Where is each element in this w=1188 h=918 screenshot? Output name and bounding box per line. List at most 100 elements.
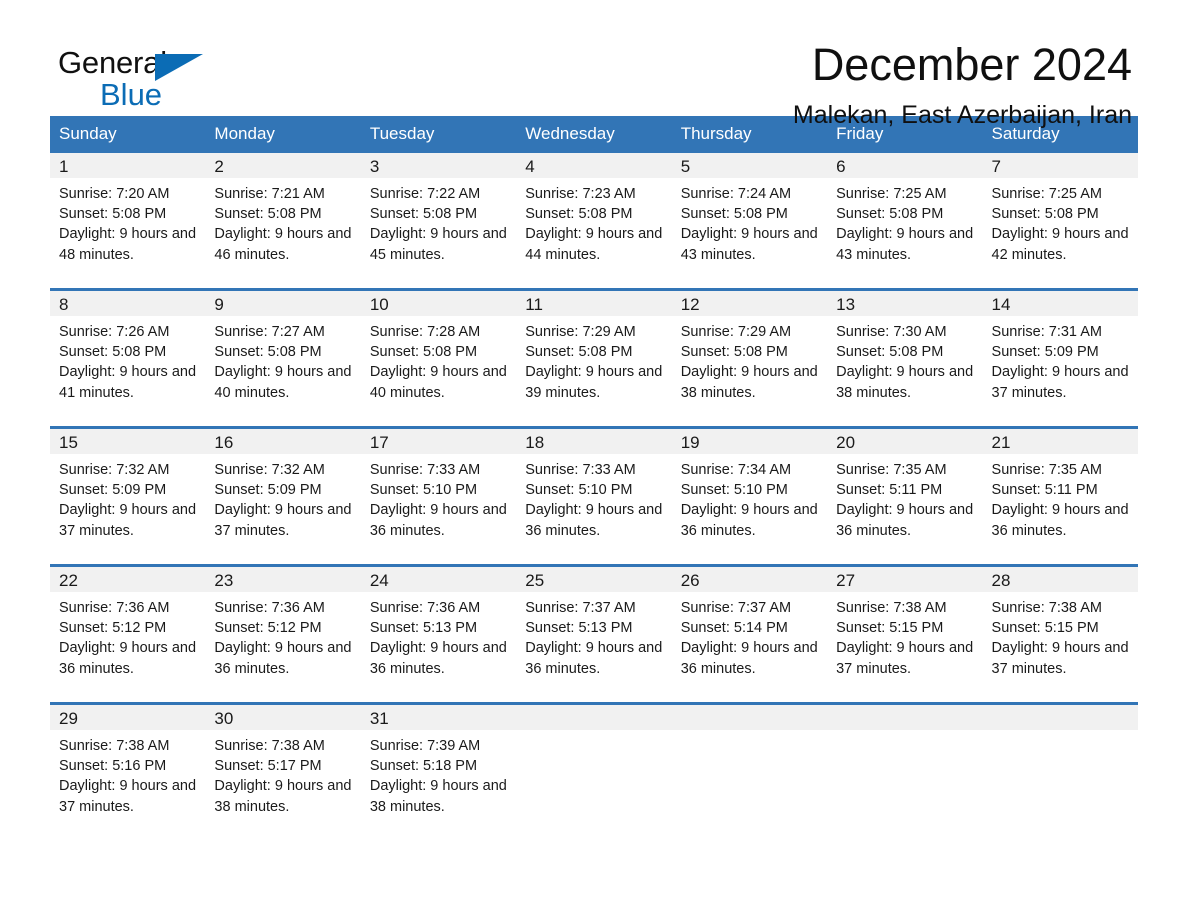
daylight-text: Daylight: 9 hours and 36 minutes. bbox=[680, 640, 818, 677]
day-details bbox=[983, 730, 1138, 736]
logo-text-blue: Blue bbox=[100, 77, 163, 112]
day-cell[interactable]: 16 Sunrise: 7:32 AM Sunset: 5:09 PM Dayl… bbox=[205, 429, 361, 564]
day-cell[interactable]: 9 Sunrise: 7:27 AM Sunset: 5:08 PM Dayli… bbox=[205, 291, 361, 426]
day-cell[interactable]: 15 Sunrise: 7:32 AM Sunset: 5:09 PM Dayl… bbox=[50, 429, 206, 564]
sunset-text: Sunset: 5:12 PM bbox=[59, 620, 167, 637]
day-number: 15 bbox=[50, 429, 206, 454]
sunrise-text: Sunrise: 7:37 AM bbox=[680, 600, 792, 616]
daylight-text: Daylight: 9 hours and 36 minutes. bbox=[991, 502, 1129, 539]
day-number: 29 bbox=[50, 705, 206, 730]
day-details: Sunrise: 7:21 AM Sunset: 5:08 PM Dayligh… bbox=[205, 178, 360, 265]
day-cell[interactable]: 3 Sunrise: 7:22 AM Sunset: 5:08 PM Dayli… bbox=[360, 153, 517, 288]
day-details bbox=[672, 730, 827, 736]
day-details: Sunrise: 7:27 AM Sunset: 5:08 PM Dayligh… bbox=[205, 316, 360, 403]
day-details: Sunrise: 7:26 AM Sunset: 5:08 PM Dayligh… bbox=[50, 316, 205, 403]
day-cell[interactable]: 24 Sunrise: 7:36 AM Sunset: 5:13 PM Dayl… bbox=[360, 567, 517, 702]
day-details: Sunrise: 7:38 AM Sunset: 5:16 PM Dayligh… bbox=[50, 730, 205, 817]
day-cell[interactable]: 26 Sunrise: 7:37 AM Sunset: 5:14 PM Dayl… bbox=[671, 567, 828, 702]
sunset-text: Sunset: 5:17 PM bbox=[214, 758, 322, 775]
week-row: 22 Sunrise: 7:36 AM Sunset: 5:12 PM Dayl… bbox=[50, 567, 1138, 702]
day-cell[interactable]: 7 Sunrise: 7:25 AM Sunset: 5:08 PM Dayli… bbox=[982, 153, 1138, 288]
sunrise-text: Sunrise: 7:29 AM bbox=[680, 324, 792, 340]
day-cell[interactable]: 28 Sunrise: 7:38 AM Sunset: 5:15 PM Dayl… bbox=[982, 567, 1138, 702]
day-number: 11 bbox=[516, 291, 672, 316]
day-number: 26 bbox=[671, 567, 828, 592]
day-cell[interactable]: 1 Sunrise: 7:20 AM Sunset: 5:08 PM Dayli… bbox=[50, 153, 206, 288]
day-cell[interactable]: 17 Sunrise: 7:33 AM Sunset: 5:10 PM Dayl… bbox=[360, 429, 517, 564]
day-number: 1 bbox=[50, 153, 206, 178]
sunrise-text: Sunrise: 7:36 AM bbox=[214, 600, 325, 616]
day-cell[interactable]: 25 Sunrise: 7:37 AM Sunset: 5:13 PM Dayl… bbox=[516, 567, 672, 702]
sunset-text: Sunset: 5:13 PM bbox=[525, 620, 633, 637]
sunrise-text: Sunrise: 7:24 AM bbox=[680, 186, 792, 202]
day-details: Sunrise: 7:23 AM Sunset: 5:08 PM Dayligh… bbox=[516, 178, 671, 265]
day-cell[interactable]: 29 Sunrise: 7:38 AM Sunset: 5:16 PM Dayl… bbox=[50, 705, 206, 840]
day-number: 14 bbox=[982, 291, 1138, 316]
day-number: 27 bbox=[827, 567, 983, 592]
day-cell[interactable]: 20 Sunrise: 7:35 AM Sunset: 5:11 PM Dayl… bbox=[827, 429, 983, 564]
day-number: 6 bbox=[827, 153, 983, 178]
daylight-text: Daylight: 9 hours and 40 minutes. bbox=[369, 364, 507, 401]
sunrise-text: Sunrise: 7:37 AM bbox=[525, 600, 636, 616]
sunrise-text: Sunrise: 7:36 AM bbox=[59, 600, 170, 616]
day-cell[interactable]: 27 Sunrise: 7:38 AM Sunset: 5:15 PM Dayl… bbox=[827, 567, 983, 702]
daylight-text: Daylight: 9 hours and 38 minutes. bbox=[369, 778, 507, 815]
calendar-page: General Blue December 2024 Malekan, East… bbox=[0, 0, 1188, 918]
day-cell[interactable]: 18 Sunrise: 7:33 AM Sunset: 5:10 PM Dayl… bbox=[516, 429, 672, 564]
day-number: 8 bbox=[50, 291, 206, 316]
day-cell[interactable]: 6 Sunrise: 7:25 AM Sunset: 5:08 PM Dayli… bbox=[827, 153, 983, 288]
day-cell[interactable]: 13 Sunrise: 7:30 AM Sunset: 5:08 PM Dayl… bbox=[827, 291, 983, 426]
sunset-text: Sunset: 5:08 PM bbox=[680, 206, 788, 223]
sunrise-text: Sunrise: 7:32 AM bbox=[59, 462, 170, 478]
daylight-text: Daylight: 9 hours and 37 minutes. bbox=[836, 640, 974, 677]
daylight-text: Daylight: 9 hours and 46 minutes. bbox=[214, 226, 352, 263]
day-cell[interactable]: 4 Sunrise: 7:23 AM Sunset: 5:08 PM Dayli… bbox=[516, 153, 672, 288]
day-cell[interactable]: 10 Sunrise: 7:28 AM Sunset: 5:08 PM Dayl… bbox=[360, 291, 517, 426]
day-cell[interactable]: 12 Sunrise: 7:29 AM Sunset: 5:08 PM Dayl… bbox=[671, 291, 828, 426]
day-cell[interactable]: 8 Sunrise: 7:26 AM Sunset: 5:08 PM Dayli… bbox=[50, 291, 206, 426]
day-number: 10 bbox=[360, 291, 517, 316]
day-details: Sunrise: 7:35 AM Sunset: 5:11 PM Dayligh… bbox=[983, 454, 1138, 541]
sunrise-text: Sunrise: 7:27 AM bbox=[214, 324, 325, 340]
day-details bbox=[516, 730, 671, 736]
daylight-text: Daylight: 9 hours and 37 minutes. bbox=[59, 502, 197, 539]
sunrise-text: Sunrise: 7:38 AM bbox=[59, 738, 170, 754]
day-cell[interactable]: 30 Sunrise: 7:38 AM Sunset: 5:17 PM Dayl… bbox=[205, 705, 361, 840]
day-number: 20 bbox=[827, 429, 983, 454]
day-details: Sunrise: 7:22 AM Sunset: 5:08 PM Dayligh… bbox=[361, 178, 516, 265]
sunset-text: Sunset: 5:08 PM bbox=[836, 344, 944, 361]
day-details: Sunrise: 7:33 AM Sunset: 5:10 PM Dayligh… bbox=[516, 454, 671, 541]
week-row: 29 Sunrise: 7:38 AM Sunset: 5:16 PM Dayl… bbox=[50, 705, 1138, 840]
day-details: Sunrise: 7:38 AM Sunset: 5:15 PM Dayligh… bbox=[827, 592, 982, 679]
sunset-text: Sunset: 5:18 PM bbox=[369, 758, 478, 775]
sunset-text: Sunset: 5:08 PM bbox=[369, 344, 478, 361]
sunrise-text: Sunrise: 7:33 AM bbox=[369, 462, 481, 478]
daylight-text: Daylight: 9 hours and 37 minutes. bbox=[991, 364, 1129, 401]
sunset-text: Sunset: 5:14 PM bbox=[680, 620, 788, 637]
day-cell[interactable]: 31 Sunrise: 7:39 AM Sunset: 5:18 PM Dayl… bbox=[360, 705, 517, 840]
day-cell[interactable]: 22 Sunrise: 7:36 AM Sunset: 5:12 PM Dayl… bbox=[50, 567, 206, 702]
day-number bbox=[827, 705, 983, 730]
day-details: Sunrise: 7:37 AM Sunset: 5:14 PM Dayligh… bbox=[672, 592, 827, 679]
day-cell[interactable]: 5 Sunrise: 7:24 AM Sunset: 5:08 PM Dayli… bbox=[671, 153, 828, 288]
day-cell[interactable]: 21 Sunrise: 7:35 AM Sunset: 5:11 PM Dayl… bbox=[982, 429, 1138, 564]
day-cell[interactable]: 11 Sunrise: 7:29 AM Sunset: 5:08 PM Dayl… bbox=[516, 291, 672, 426]
sunset-text: Sunset: 5:11 PM bbox=[991, 482, 1098, 499]
general-blue-logo[interactable]: General Blue bbox=[58, 46, 218, 120]
day-number: 30 bbox=[205, 705, 361, 730]
sunrise-text: Sunrise: 7:38 AM bbox=[214, 738, 325, 754]
sunrise-text: Sunrise: 7:38 AM bbox=[836, 600, 947, 616]
sunrise-text: Sunrise: 7:39 AM bbox=[369, 738, 481, 754]
day-cell[interactable]: 14 Sunrise: 7:31 AM Sunset: 5:09 PM Dayl… bbox=[982, 291, 1138, 426]
sunrise-text: Sunrise: 7:20 AM bbox=[59, 186, 170, 202]
logo-triangle-icon bbox=[155, 54, 203, 81]
day-cell[interactable]: 19 Sunrise: 7:34 AM Sunset: 5:10 PM Dayl… bbox=[671, 429, 828, 564]
day-number: 23 bbox=[205, 567, 361, 592]
day-cell[interactable]: 2 Sunrise: 7:21 AM Sunset: 5:08 PM Dayli… bbox=[205, 153, 361, 288]
daylight-text: Daylight: 9 hours and 43 minutes. bbox=[836, 226, 974, 263]
sunrise-text: Sunrise: 7:29 AM bbox=[525, 324, 636, 340]
day-number: 3 bbox=[360, 153, 517, 178]
sunrise-text: Sunrise: 7:25 AM bbox=[991, 186, 1102, 202]
day-cell[interactable]: 23 Sunrise: 7:36 AM Sunset: 5:12 PM Dayl… bbox=[205, 567, 361, 702]
sunrise-text: Sunrise: 7:22 AM bbox=[369, 186, 481, 202]
